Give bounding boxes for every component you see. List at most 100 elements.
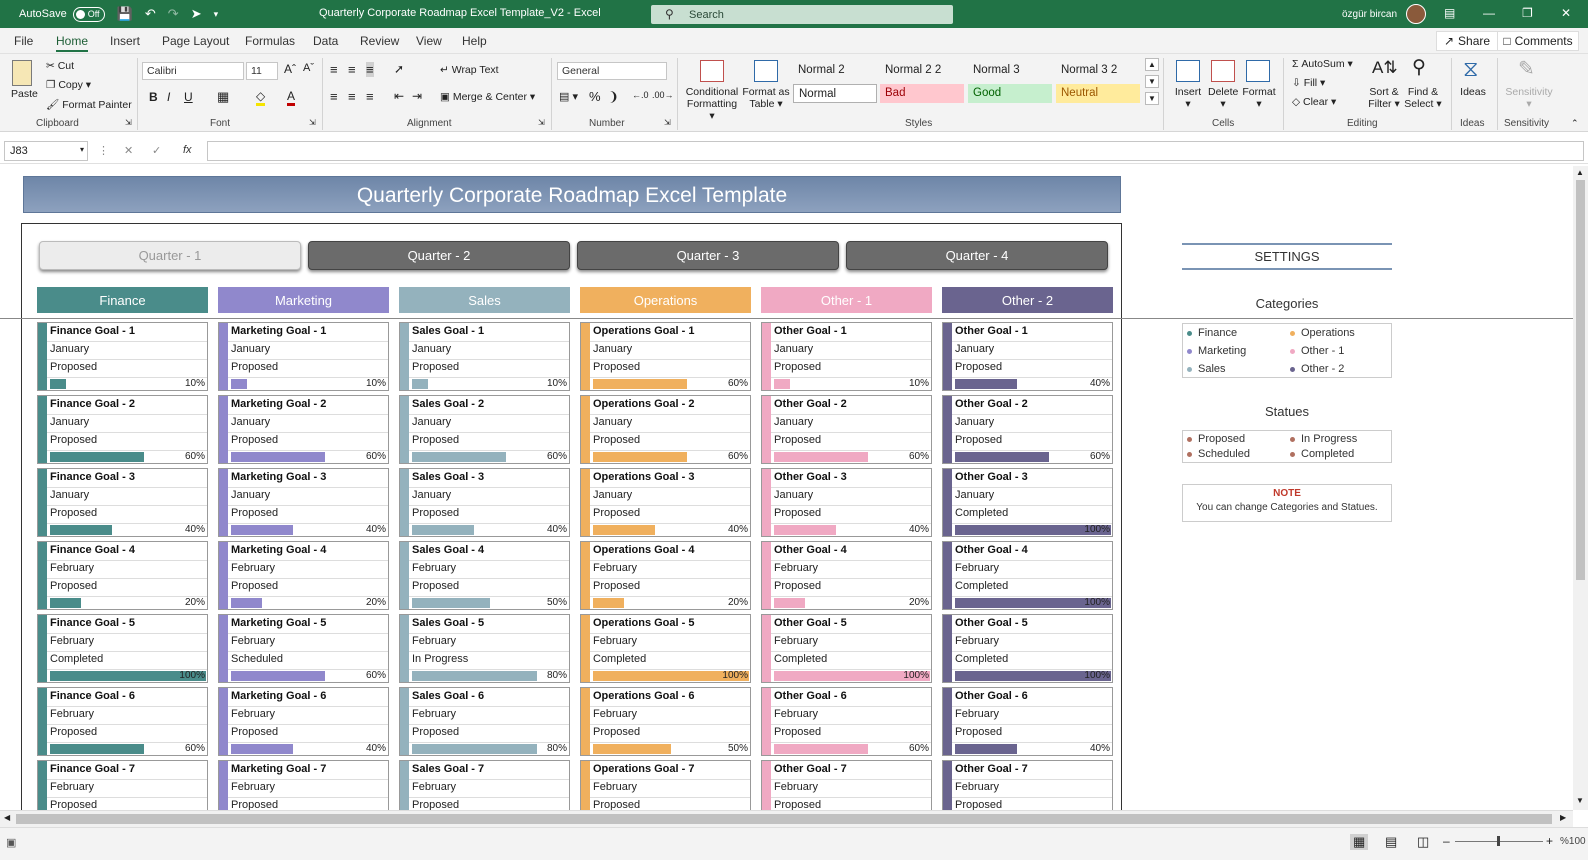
format-as-table-button[interactable]: Format as Table ▾ bbox=[742, 86, 790, 110]
borders-icon[interactable]: ▦ bbox=[217, 89, 229, 105]
goal-card[interactable]: Other Goal - 4 February Completed 100% bbox=[942, 541, 1113, 610]
tab-file[interactable]: File bbox=[14, 34, 33, 48]
goal-card[interactable]: Marketing Goal - 1 January Proposed 10% bbox=[218, 322, 389, 391]
style-neutral[interactable]: Neutral bbox=[1056, 84, 1140, 103]
goal-card[interactable]: Finance Goal - 7 February Proposed bbox=[37, 760, 208, 810]
zoom-in-icon[interactable]: + bbox=[1546, 834, 1553, 848]
goal-card[interactable]: Finance Goal - 4 February Proposed 20% bbox=[37, 541, 208, 610]
quarter-button-1[interactable]: Quarter - 1 bbox=[39, 241, 301, 270]
goal-card[interactable]: Finance Goal - 3 January Proposed 40% bbox=[37, 468, 208, 537]
scroll-down-icon[interactable]: ▼ bbox=[1576, 796, 1584, 805]
goal-card[interactable]: Other Goal - 3 January Completed 100% bbox=[942, 468, 1113, 537]
align-center-icon[interactable]: ≡ bbox=[348, 89, 356, 104]
style-normal-2-2[interactable]: Normal 2 2 bbox=[880, 61, 966, 80]
tab-insert[interactable]: Insert bbox=[110, 34, 140, 48]
tab-page-layout[interactable]: Page Layout bbox=[162, 34, 229, 48]
goal-card[interactable]: Marketing Goal - 7 February Proposed bbox=[218, 760, 389, 810]
comma-style-icon[interactable]: ❩ bbox=[608, 89, 619, 105]
goal-card[interactable]: Other Goal - 7 February Proposed bbox=[942, 760, 1113, 810]
conditional-formatting-button[interactable]: Conditional Formatting ▾ bbox=[684, 86, 740, 122]
macro-record-icon[interactable]: ▣ bbox=[6, 836, 16, 849]
user-name[interactable]: özgür bircan bbox=[1342, 9, 1397, 20]
goal-card[interactable]: Sales Goal - 3 January Proposed 40% bbox=[399, 468, 570, 537]
scroll-up-icon[interactable]: ▲ bbox=[1576, 168, 1584, 177]
collapse-ribbon-icon[interactable]: ⌃ bbox=[1571, 118, 1579, 129]
goal-card[interactable]: Marketing Goal - 5 February Scheduled 60% bbox=[218, 614, 389, 683]
percent-style-icon[interactable]: % bbox=[589, 89, 601, 104]
goal-card[interactable]: Other Goal - 2 January Proposed 60% bbox=[942, 395, 1113, 464]
bold-icon[interactable]: B bbox=[149, 90, 158, 104]
tab-view[interactable]: View bbox=[416, 34, 442, 48]
accounting-format-icon[interactable]: ▤ ▾ bbox=[559, 90, 578, 103]
styles-scroll-up-icon[interactable]: ▲ bbox=[1145, 58, 1159, 71]
goal-card[interactable]: Other Goal - 6 February Proposed 60% bbox=[761, 687, 932, 756]
goal-card[interactable]: Sales Goal - 4 February Proposed 50% bbox=[399, 541, 570, 610]
number-format-dropdown[interactable]: General bbox=[557, 62, 667, 80]
autosum-button[interactable]: Σ AutoSum ▾ bbox=[1292, 58, 1353, 70]
decrease-indent-icon[interactable]: ⇤ bbox=[394, 89, 404, 103]
goal-card[interactable]: Other Goal - 5 February Completed 100% bbox=[761, 614, 932, 683]
goal-card[interactable]: Operations Goal - 7 February Proposed bbox=[580, 760, 751, 810]
paste-icon[interactable] bbox=[12, 60, 32, 86]
align-top-icon[interactable]: ≡ bbox=[330, 62, 338, 77]
style-normal-2[interactable]: Normal 2 bbox=[793, 61, 879, 80]
close-icon[interactable]: ✕ bbox=[1561, 6, 1571, 20]
clear-button[interactable]: ◇ Clear ▾ bbox=[1292, 96, 1336, 108]
increase-font-icon[interactable]: Aˆ bbox=[284, 62, 296, 76]
goal-card[interactable]: Sales Goal - 5 February In Progress 80% bbox=[399, 614, 570, 683]
goal-card[interactable]: Operations Goal - 3 January Proposed 40% bbox=[580, 468, 751, 537]
find-select-button[interactable]: Find & Select ▾ bbox=[1404, 86, 1442, 110]
zoom-slider-handle[interactable] bbox=[1497, 836, 1500, 846]
goal-card[interactable]: Operations Goal - 4 February Proposed 20% bbox=[580, 541, 751, 610]
undo-icon[interactable]: ↶ bbox=[145, 6, 156, 22]
underline-icon[interactable]: U bbox=[184, 90, 193, 104]
goal-card[interactable]: Operations Goal - 5 February Completed 100% bbox=[580, 614, 751, 683]
number-launcher-icon[interactable]: ⇲ bbox=[664, 118, 671, 127]
orientation-icon[interactable]: ➚ bbox=[394, 62, 404, 76]
alignment-launcher-icon[interactable]: ⇲ bbox=[538, 118, 545, 127]
goal-card[interactable]: Other Goal - 1 January Proposed 10% bbox=[761, 322, 932, 391]
goal-card[interactable]: Sales Goal - 1 January Proposed 10% bbox=[399, 322, 570, 391]
merge-center-button[interactable]: ▣ Merge & Center ▾ bbox=[440, 91, 535, 103]
goal-card[interactable]: Sales Goal - 6 February Proposed 80% bbox=[399, 687, 570, 756]
goal-card[interactable]: Marketing Goal - 3 January Proposed 40% bbox=[218, 468, 389, 537]
goal-card[interactable]: Finance Goal - 5 February Completed 100% bbox=[37, 614, 208, 683]
ribbon-display-icon[interactable]: ▤ bbox=[1444, 6, 1455, 20]
increase-decimal-icon[interactable]: ←.0 bbox=[632, 90, 649, 100]
goal-card[interactable]: Other Goal - 1 January Proposed 40% bbox=[942, 322, 1113, 391]
vertical-scroll-thumb[interactable] bbox=[1576, 180, 1585, 580]
autosave-toggle[interactable]: Off bbox=[72, 6, 105, 22]
minimize-icon[interactable]: — bbox=[1483, 6, 1495, 20]
paste-button[interactable]: Paste bbox=[11, 88, 38, 100]
share-button[interactable]: ↗ Share bbox=[1436, 31, 1498, 51]
goal-card[interactable]: Other Goal - 6 February Proposed 40% bbox=[942, 687, 1113, 756]
align-right-icon[interactable]: ≡ bbox=[366, 89, 374, 104]
goal-card[interactable]: Finance Goal - 1 January Proposed 10% bbox=[37, 322, 208, 391]
goal-card[interactable]: Operations Goal - 6 February Proposed 50% bbox=[580, 687, 751, 756]
goal-card[interactable]: Other Goal - 4 February Proposed 20% bbox=[761, 541, 932, 610]
align-left-icon[interactable]: ≡ bbox=[330, 89, 338, 104]
increase-indent-icon[interactable]: ⇥ bbox=[412, 89, 422, 103]
decrease-font-icon[interactable]: Aˇ bbox=[303, 62, 314, 74]
formula-bar-more-icon[interactable]: ⋮ bbox=[98, 144, 109, 157]
tab-data[interactable]: Data bbox=[313, 34, 338, 48]
goal-card[interactable]: Sales Goal - 2 January Proposed 60% bbox=[399, 395, 570, 464]
font-color-icon[interactable]: A bbox=[287, 89, 296, 106]
quarter-button-3[interactable]: Quarter - 3 bbox=[577, 241, 839, 270]
cancel-icon[interactable]: ✕ bbox=[124, 144, 133, 157]
quarter-button-4[interactable]: Quarter - 4 bbox=[846, 241, 1108, 270]
scroll-left-icon[interactable]: ◀ bbox=[4, 813, 10, 822]
worksheet[interactable]: Quarterly Corporate Roadmap Excel Templa… bbox=[0, 166, 1573, 810]
copy-button[interactable]: ❐ Copy ▾ bbox=[46, 79, 91, 91]
wrap-text-button[interactable]: ↵ Wrap Text bbox=[440, 64, 499, 76]
tab-help[interactable]: Help bbox=[462, 34, 487, 48]
goal-card[interactable]: Other Goal - 2 January Proposed 60% bbox=[761, 395, 932, 464]
insert-function-icon[interactable]: fx bbox=[183, 144, 192, 156]
customize-qat-icon[interactable]: ▾ bbox=[214, 9, 219, 20]
horizontal-scroll-thumb[interactable] bbox=[16, 814, 1552, 824]
goal-card[interactable]: Marketing Goal - 4 February Proposed 20% bbox=[218, 541, 389, 610]
decrease-decimal-icon[interactable]: .00→ bbox=[652, 90, 674, 100]
pointer-icon[interactable]: ➤ bbox=[191, 6, 202, 22]
restore-icon[interactable]: ❐ bbox=[1522, 6, 1533, 20]
goal-card[interactable]: Other Goal - 5 February Completed 100% bbox=[942, 614, 1113, 683]
